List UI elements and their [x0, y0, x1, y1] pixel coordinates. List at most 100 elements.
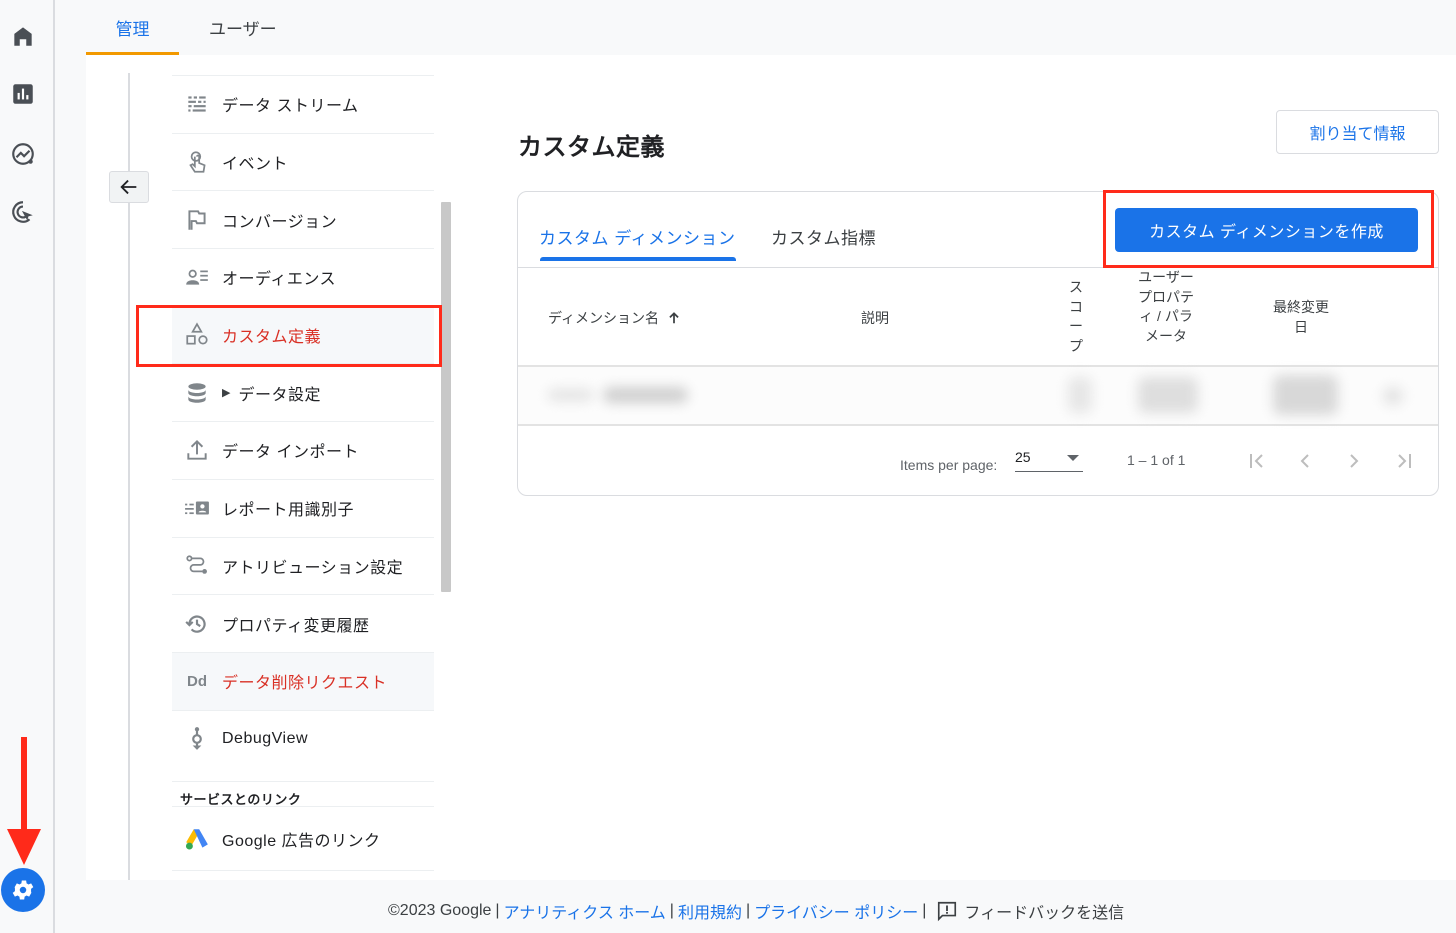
tab-user[interactable]: ユーザー — [179, 0, 307, 55]
nav-item-label: データ インポート — [222, 444, 359, 462]
nav-item-reporting-identity[interactable]: レポート用識別子 — [172, 478, 434, 537]
nav-item-events[interactable]: イベント — [172, 132, 434, 191]
reports-icon[interactable] — [9, 80, 37, 108]
first-page-icon — [1250, 454, 1263, 468]
blurred-cell — [603, 387, 688, 403]
custom-definitions-card: カスタム ディメンション カスタム指標 カスタム ディメンションを作成 ディメン… — [517, 191, 1439, 496]
separator: | — [495, 902, 500, 919]
content-panel: データ ストリーム イベント コンバージョン オーディエンス カスタム定義 ▶ … — [86, 55, 1456, 880]
nav-item-data-streams[interactable]: データ ストリーム — [172, 75, 434, 133]
touch-icon — [189, 151, 206, 173]
nav-item-label: データ ストリーム — [222, 98, 359, 116]
nav-item-label: オーディエンス — [222, 271, 337, 289]
back-button[interactable] — [109, 171, 149, 203]
tab-admin[interactable]: 管理 — [86, 0, 179, 55]
nav-item-debugview[interactable]: DebugView — [172, 709, 434, 768]
tab-custom-dimensions[interactable]: カスタム ディメンション — [539, 224, 736, 261]
annotation-arrow — [7, 737, 41, 865]
blurred-cell — [1273, 375, 1338, 415]
shapes-icon — [186, 322, 208, 345]
nav-item-google-ads-links[interactable]: Google 広告のリンク — [172, 807, 434, 872]
chevron-left-icon — [1300, 454, 1309, 468]
property-nav: データ ストリーム イベント コンバージョン オーディエンス カスタム定義 ▶ … — [172, 75, 434, 872]
nav-item-audiences[interactable]: オーディエンス — [172, 248, 434, 306]
feedback-icon — [938, 901, 957, 922]
nav-item-custom-definitions[interactable]: カスタム定義 — [172, 305, 434, 364]
column-header-last-changed[interactable]: 最終変更日 — [1273, 298, 1329, 337]
section-heading-links: サービスとのリンク — [172, 781, 434, 808]
google-ads-icon — [185, 829, 208, 850]
history-icon — [185, 615, 206, 633]
debug-icon — [192, 726, 202, 750]
database-icon — [188, 383, 206, 403]
nav-scrollbar[interactable] — [441, 202, 451, 592]
audience-icon — [186, 270, 208, 285]
dropdown-arrow-icon — [1067, 455, 1079, 461]
nav-item-label: コンバージョン — [222, 213, 338, 231]
last-page-button[interactable] — [1389, 446, 1419, 476]
nav-item-data-deletion-requests[interactable]: Dd データ削除リクエスト — [172, 651, 434, 710]
blurred-cell — [548, 389, 593, 401]
nav-item-label: Google 広告のリンク — [222, 832, 381, 850]
table-row[interactable] — [518, 367, 1438, 426]
row-menu-icon[interactable] — [1383, 387, 1403, 405]
items-per-page-label: Items per page: — [900, 457, 998, 473]
separator: | — [669, 902, 674, 919]
gear-icon — [12, 880, 34, 900]
footer: ©2023 Google | アナリティクス ホーム | 利用規約 | プライバ… — [388, 899, 1124, 923]
separator: | — [745, 902, 751, 919]
nav-item-property-change-history[interactable]: プロパティ変更履歴 — [172, 594, 434, 652]
column-header-description[interactable]: 説明 — [861, 308, 889, 328]
nav-item-label: データ削除リクエスト — [222, 675, 388, 693]
nav-item-label: DebugView — [222, 729, 309, 747]
data-streams-icon — [188, 96, 206, 112]
footer-link-terms[interactable]: 利用規約 — [678, 899, 742, 923]
upload-icon — [187, 440, 207, 461]
table-header: ディメンション名 説明 スコープ ユーザー プロパティ / パラメータ 最終変更… — [518, 268, 1438, 367]
nav-item-label: アトリビューション設定 — [222, 559, 404, 577]
expand-caret-icon[interactable]: ▶ — [222, 386, 230, 399]
top-tabs: 管理 ユーザー — [86, 0, 307, 55]
flag-icon — [188, 210, 206, 230]
nav-item-label: カスタム定義 — [222, 329, 322, 347]
nav-item-label: プロパティ変更履歴 — [222, 617, 370, 635]
paginator: Items per page: 25 1 – 1 of 1 — [518, 428, 1438, 495]
page-range: 1 – 1 of 1 — [1127, 452, 1186, 468]
create-custom-dimension-button[interactable]: カスタム ディメンションを作成 — [1115, 208, 1418, 252]
card-tabs: カスタム ディメンション カスタム指標 カスタム ディメンションを作成 — [518, 192, 1438, 268]
blurred-cell — [1138, 377, 1198, 413]
nav-item-label: レポート用識別子 — [222, 502, 355, 520]
explore-icon[interactable] — [9, 140, 37, 168]
copyright: ©2023 Google — [388, 902, 492, 919]
advertising-icon[interactable] — [9, 198, 37, 226]
nav-item-data-settings[interactable]: ▶ データ設定 — [172, 363, 434, 421]
chevron-right-icon — [1350, 454, 1359, 468]
page-title: カスタム定義 — [518, 134, 665, 161]
arrow-left-icon — [120, 179, 137, 195]
previous-page-button[interactable] — [1290, 446, 1320, 476]
separator: | — [922, 902, 927, 919]
footer-link-analytics-home[interactable]: アナリティクス ホーム — [504, 899, 666, 923]
first-page-button[interactable] — [1242, 446, 1272, 476]
dd-icon: Dd — [187, 672, 207, 690]
column-header-dimension-name[interactable]: ディメンション名 — [548, 308, 681, 328]
items-per-page-select[interactable]: 25 — [1015, 446, 1083, 472]
identity-icon — [185, 501, 209, 515]
column-header-user-property-parameter[interactable]: ユーザー プロパティ / パラメータ — [1138, 268, 1194, 346]
column-header-scope[interactable]: スコープ — [1068, 278, 1084, 356]
nav-item-conversions[interactable]: コンバージョン — [172, 190, 434, 248]
admin-settings-button[interactable] — [1, 868, 45, 912]
next-page-button[interactable] — [1339, 446, 1369, 476]
nav-item-attribution-settings[interactable]: アトリビューション設定 — [172, 536, 434, 595]
left-rail — [0, 0, 55, 933]
tab-custom-metrics[interactable]: カスタム指標 — [771, 224, 876, 249]
last-page-icon — [1398, 454, 1411, 468]
assignment-info-button[interactable]: 割り当て情報 — [1276, 110, 1439, 154]
home-icon[interactable] — [9, 22, 37, 50]
footer-link-privacy[interactable]: プライバシー ポリシー — [754, 899, 918, 923]
attribution-icon — [186, 555, 207, 574]
send-feedback-link[interactable]: フィードバックを送信 — [936, 899, 1124, 923]
nav-item-label: データ設定 — [238, 386, 321, 404]
nav-item-data-import[interactable]: データ インポート — [172, 421, 434, 479]
nav-item-label: イベント — [222, 156, 289, 174]
